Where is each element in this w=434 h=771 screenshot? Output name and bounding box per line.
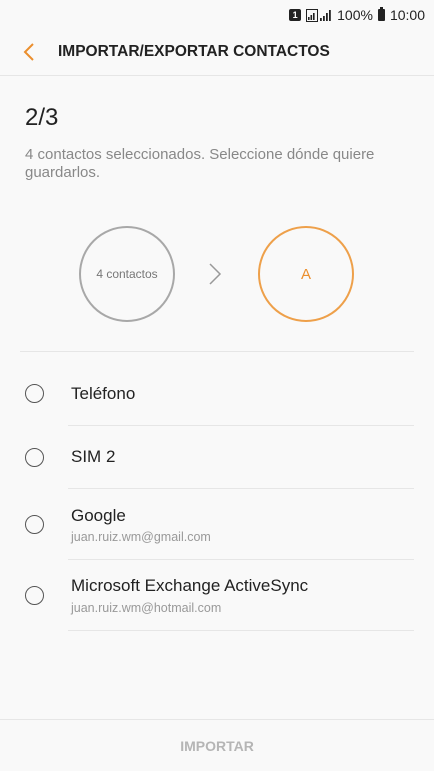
option-label: SIM 2 [71, 447, 116, 466]
target-circle: A [258, 226, 354, 322]
option-telefono[interactable]: Teléfono [0, 362, 434, 425]
option-sim2[interactable]: SIM 2 [0, 426, 434, 488]
target-label: A [300, 265, 311, 283]
screen: 1 100% 10:00 IMPORTAR/EXPORTAR CONTACTOS [0, 0, 434, 771]
radio-button[interactable] [25, 586, 44, 605]
source-label: 4 contactos [96, 267, 158, 281]
option-label: Google [71, 506, 126, 525]
option-subtitle: juan.ruiz.wm@hotmail.com [71, 601, 222, 615]
battery-icon [377, 7, 385, 21]
back-button[interactable] [6, 30, 52, 74]
option-subtitle: juan.ruiz.wm@gmail.com [71, 530, 211, 544]
sim-badge: 1 [289, 9, 302, 21]
clock: 10:00 [389, 7, 425, 23]
step-indicator: 2/3 [25, 104, 59, 131]
option-label: Microsoft Exchange ActiveSync [71, 576, 309, 595]
option-google[interactable]: Google juan.ruiz.wm@gmail.com [0, 489, 434, 559]
chevron-right-icon [209, 263, 222, 285]
page-title: IMPORTAR/EXPORTAR CONTACTOS [58, 43, 330, 60]
step-description: 4 contactos seleccionados. Seleccione dó… [25, 146, 375, 181]
import-button[interactable]: IMPORTAR [0, 720, 434, 771]
radio-button[interactable] [25, 515, 44, 534]
radio-button[interactable] [25, 448, 44, 467]
app-bar-divider [0, 75, 434, 76]
option-exchange[interactable]: Microsoft Exchange ActiveSync juan.ruiz.… [0, 560, 434, 630]
app-bar: IMPORTAR/EXPORTAR CONTACTOS [0, 30, 434, 74]
signal-icon [306, 8, 332, 22]
battery-percent: 100% [337, 7, 373, 23]
option-label: Teléfono [71, 384, 136, 403]
chevron-left-icon [23, 43, 34, 61]
option-divider [68, 630, 414, 631]
radio-button[interactable] [25, 384, 44, 403]
section-divider [20, 351, 414, 352]
status-bar: 1 100% 10:00 [0, 0, 434, 30]
source-circle: 4 contactos [79, 226, 175, 322]
